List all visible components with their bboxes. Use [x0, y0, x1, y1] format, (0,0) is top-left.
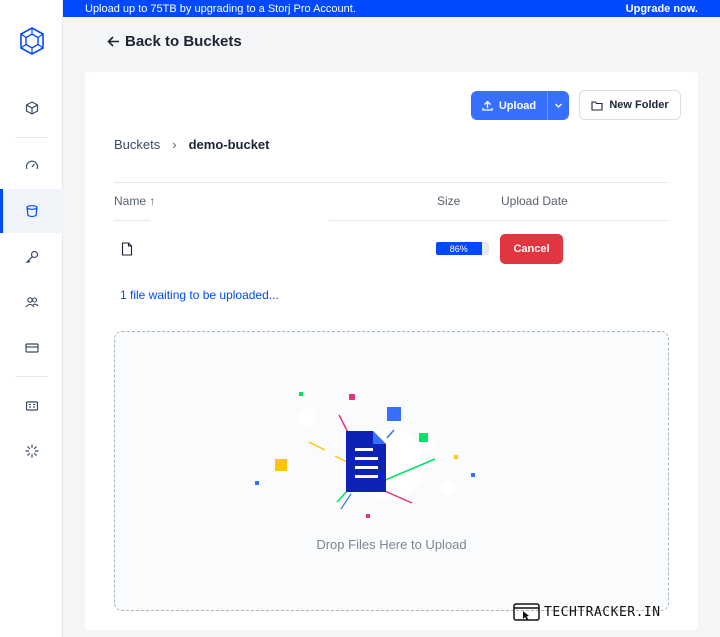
sidebar-item-billing[interactable] [0, 326, 63, 370]
upgrade-now-link[interactable]: Upgrade now. [626, 3, 698, 15]
breadcrumb-buckets[interactable]: Buckets [114, 137, 160, 152]
upgrade-banner: Upload up to 75TB by upgrading to a Stor… [63, 0, 720, 17]
sidebar-divider [15, 376, 48, 377]
column-header-name[interactable]: Name ↑ [114, 194, 155, 208]
column-header-upload-date[interactable]: Upload Date [501, 194, 568, 208]
column-header-underline [114, 220, 150, 221]
banner-message: Upload up to 75TB by upgrading to a Stor… [85, 2, 356, 15]
sidebar [0, 0, 63, 637]
watermark-text: TECHTRACKER.IN [544, 604, 661, 620]
file-drop-zone[interactable]: Drop Files Here to Upload [114, 331, 669, 611]
sidebar-item-buckets[interactable] [0, 189, 63, 233]
sidebar-divider [15, 137, 48, 138]
upload-dropdown-toggle[interactable] [548, 91, 569, 120]
upload-label: Upload [498, 99, 537, 112]
card-icon [24, 343, 39, 353]
arrow-left-icon [107, 36, 119, 47]
back-link-label: Back to Buckets [125, 33, 242, 50]
sidebar-item-resources[interactable] [0, 384, 63, 428]
sidebar-item-dashboard[interactable] [0, 144, 63, 188]
table-header-divider [329, 220, 669, 221]
breadcrumb-separator: › [172, 137, 177, 152]
gauge-icon [25, 160, 38, 170]
table-divider [114, 182, 669, 183]
cancel-upload-button[interactable]: Cancel [500, 234, 563, 264]
bucket-content-card: Upload New Folder Buckets › demo-bucket … [85, 72, 698, 630]
spinner-icon [24, 444, 39, 458]
folder-icon [591, 100, 603, 111]
watermark: TECHTRACKER.IN [513, 602, 661, 622]
new-folder-label: New Folder [609, 99, 669, 111]
sidebar-item-projects[interactable] [0, 86, 63, 130]
sidebar-item-access[interactable] [0, 235, 63, 279]
drop-files-illustration [255, 392, 475, 518]
cube-icon [25, 101, 38, 115]
breadcrumb: Buckets › demo-bucket [114, 137, 270, 152]
sidebar-item-quick-start[interactable] [0, 429, 63, 473]
key-icon [25, 250, 38, 263]
breadcrumb-current-bucket: demo-bucket [188, 137, 270, 152]
sidebar-item-users[interactable] [0, 280, 63, 324]
column-header-size[interactable]: Size [437, 194, 460, 208]
bucket-icon [25, 205, 38, 218]
back-to-buckets-link[interactable]: Back to Buckets [107, 33, 242, 50]
users-icon [25, 297, 38, 308]
upload-progress-fill: 86% [436, 242, 482, 255]
upload-main-button[interactable]: Upload [471, 91, 548, 120]
new-folder-button[interactable]: New Folder [579, 90, 681, 120]
doc-grid-icon [25, 401, 38, 411]
upload-progress-bar: 86% [436, 242, 489, 255]
file-icon [121, 242, 133, 256]
drop-zone-label: Drop Files Here to Upload [316, 537, 467, 552]
cursor-window-icon [513, 603, 540, 621]
storj-logo-icon[interactable] [18, 26, 46, 56]
upload-icon [482, 100, 493, 111]
chevron-down-icon [555, 103, 562, 108]
upload-button[interactable]: Upload [471, 91, 569, 120]
upload-status-text: 1 file waiting to be uploaded... [120, 288, 279, 302]
